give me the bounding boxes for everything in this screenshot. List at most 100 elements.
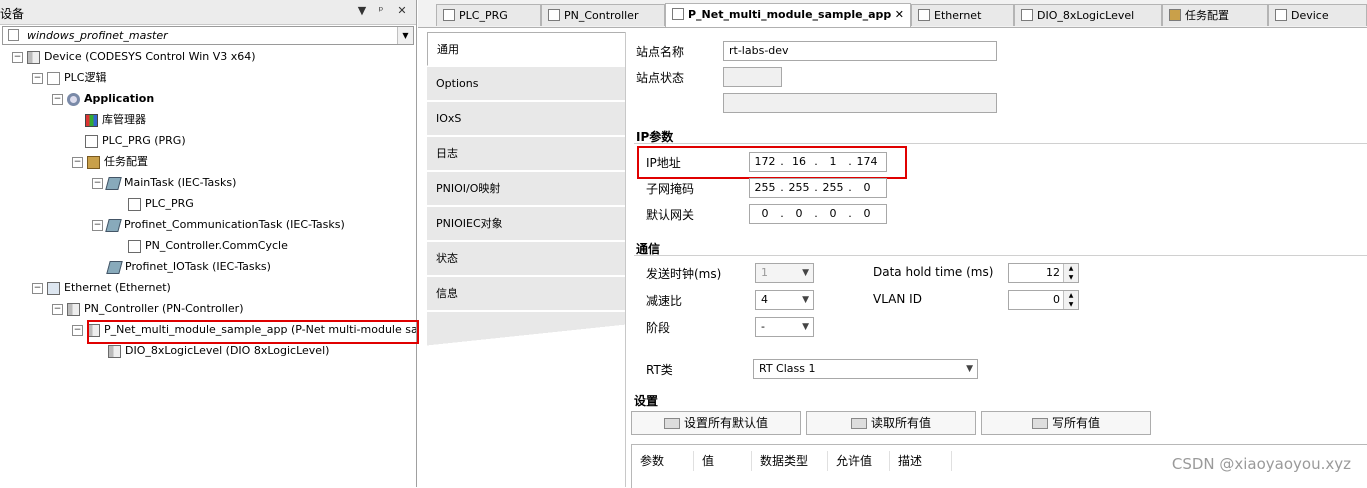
collapse-icon[interactable]: −: [12, 51, 23, 63]
task-icon: [105, 218, 122, 232]
select-value: RT Class 1: [759, 362, 816, 375]
grid-header-param[interactable]: 参数: [632, 451, 694, 471]
read-all-button[interactable]: 读取所有值: [806, 411, 976, 435]
task-icon: [106, 260, 123, 274]
vlan-label: VLAN ID: [873, 292, 922, 306]
side-tab-fold: [427, 312, 625, 352]
spinner-arrows-icon[interactable]: ▲ ▼: [1063, 291, 1078, 309]
collapse-icon[interactable]: −: [92, 219, 103, 231]
tab-label: 任务配置: [1185, 9, 1229, 22]
device-icon: [27, 50, 40, 64]
close-tab-icon[interactable]: ✕: [895, 4, 904, 26]
grid-header-value[interactable]: 值: [694, 451, 752, 471]
station-name-input[interactable]: rt-labs-dev: [723, 41, 997, 61]
write-all-button[interactable]: 写所有值: [981, 411, 1151, 435]
settings-section-title: 设置: [634, 394, 659, 408]
side-tab-general[interactable]: 通用: [427, 32, 625, 66]
divider: [625, 32, 626, 487]
tree-node-label: Application: [84, 92, 155, 105]
spinner-value: 0: [1053, 293, 1060, 306]
data-hold-label: Data hold time (ms): [873, 265, 994, 279]
collapse-icon[interactable]: −: [52, 93, 63, 105]
project-icon: [8, 29, 19, 41]
pin-icon[interactable]: ᵖ: [374, 4, 388, 18]
grid-header-allowed[interactable]: 允许值: [828, 451, 890, 471]
collapse-icon[interactable]: −: [72, 156, 83, 168]
chevron-down-icon[interactable]: ▼: [397, 27, 413, 44]
select-value: 1: [761, 266, 768, 279]
tab-ethernet[interactable]: Ethernet: [911, 4, 1014, 26]
tree-node-library-manager[interactable]: 库管理器: [85, 110, 146, 130]
device-icon: [548, 9, 560, 21]
chevron-down-icon[interactable]: ▼: [966, 360, 973, 378]
tree-node-plc-prg-call[interactable]: PLC_PRG: [128, 194, 194, 214]
project-name: windows_profinet_master: [27, 29, 168, 42]
reduction-select[interactable]: 4 ▼: [755, 290, 814, 310]
side-tab-info[interactable]: 信息: [427, 277, 625, 311]
grid-header-desc[interactable]: 描述: [890, 451, 952, 471]
tree-node-application[interactable]: − Application: [52, 89, 154, 109]
tree-node-label: Ethernet (Ethernet): [64, 281, 171, 294]
editor-tab-bar: PLC_PRG PN_Controller P_Net_multi_module…: [418, 0, 1367, 28]
reset-icon: [663, 418, 680, 429]
project-combo[interactable]: windows_profinet_master ▼: [2, 26, 414, 45]
section-divider: [634, 255, 1367, 256]
vlan-spinner[interactable]: 0 ▲ ▼: [1008, 290, 1079, 310]
collapse-icon[interactable]: −: [72, 324, 83, 336]
data-hold-spinner[interactable]: 12 ▲ ▼: [1008, 263, 1079, 283]
tree-node-commcycle[interactable]: PN_Controller.CommCycle: [128, 236, 288, 256]
tree-node-plc-logic[interactable]: − PLC逻辑: [32, 68, 106, 88]
phase-select[interactable]: - ▼: [755, 317, 814, 337]
grid-header-datatype[interactable]: 数据类型: [752, 451, 828, 471]
tab-plc-prg[interactable]: PLC_PRG: [436, 4, 541, 26]
device-icon: [67, 302, 80, 316]
send-clock-select: 1 ▼: [755, 263, 814, 283]
tree-node-dio[interactable]: DIO_8xLogicLevel (DIO 8xLogicLevel): [108, 341, 329, 361]
rt-class-select[interactable]: RT Class 1 ▼: [753, 359, 978, 379]
collapse-icon[interactable]: −: [32, 282, 43, 294]
ip-octet: 0: [863, 181, 871, 194]
tab-pnet-app[interactable]: P_Net_multi_module_sample_app ✕: [665, 3, 911, 27]
tree-node-device[interactable]: − Device (CODESYS Control Win V3 x64): [12, 47, 256, 67]
collapse-icon[interactable]: −: [52, 303, 63, 315]
tab-dio[interactable]: DIO_8xLogicLevel: [1014, 4, 1162, 26]
chevron-down-icon[interactable]: ▼: [802, 318, 809, 336]
side-tab-io-mapping[interactable]: PNIOI/O映射: [427, 172, 625, 206]
tab-label: DIO_8xLogicLevel: [1037, 9, 1135, 22]
ip-octet: 255: [754, 181, 776, 194]
tab-label: PLC_PRG: [459, 9, 508, 22]
collapse-icon[interactable]: −: [32, 72, 43, 84]
rt-class-label: RT类: [646, 363, 673, 377]
tab-task-config[interactable]: 任务配置: [1162, 4, 1268, 26]
collapse-icon[interactable]: −: [92, 177, 103, 189]
tree-node-ethernet[interactable]: − Ethernet (Ethernet): [32, 278, 171, 298]
gateway-input[interactable]: 0.0.0.0: [749, 204, 887, 224]
ip-octet: 255: [822, 181, 844, 194]
tree-node-maintask[interactable]: − MainTask (IEC-Tasks): [92, 173, 236, 193]
plc-logic-icon: [47, 71, 60, 85]
side-tab-options[interactable]: Options: [427, 67, 625, 101]
tree-node-comm-task[interactable]: − Profinet_CommunicationTask (IEC-Tasks): [92, 215, 345, 235]
side-tab-ioxs[interactable]: IOxS: [427, 102, 625, 136]
station-status-label: 站点状态: [636, 71, 685, 85]
gateway-label: 默认网关: [646, 208, 695, 222]
device-icon: [108, 344, 121, 358]
tree-node-pn-controller[interactable]: − PN_Controller (PN-Controller): [52, 299, 244, 319]
spinner-arrows-icon[interactable]: ▲ ▼: [1063, 264, 1078, 282]
tree-node-plc-prg[interactable]: PLC_PRG (PRG): [85, 131, 186, 151]
set-defaults-button[interactable]: 设置所有默认值: [631, 411, 801, 435]
side-tab-iec-objects[interactable]: PNIOIEC对象: [427, 207, 625, 241]
button-label: 设置所有默认值: [683, 416, 768, 430]
subnet-input[interactable]: 255. 255. 255. 0: [749, 178, 887, 198]
tab-device[interactable]: Device: [1268, 4, 1367, 26]
tree-node-iotask[interactable]: Profinet_IOTask (IEC-Tasks): [106, 257, 271, 277]
close-panel-icon[interactable]: ✕: [395, 4, 409, 18]
tree-node-task-config[interactable]: − 任务配置: [72, 152, 148, 172]
chevron-down-icon[interactable]: ▼: [802, 291, 809, 309]
side-tab-status[interactable]: 状态: [427, 242, 625, 276]
write-icon: [1031, 418, 1048, 429]
tab-pn-controller[interactable]: PN_Controller: [541, 4, 665, 26]
panel-menu-icon[interactable]: ▼: [355, 4, 369, 18]
ip-highlight-box: [637, 146, 907, 179]
side-tab-log[interactable]: 日志: [427, 137, 625, 171]
